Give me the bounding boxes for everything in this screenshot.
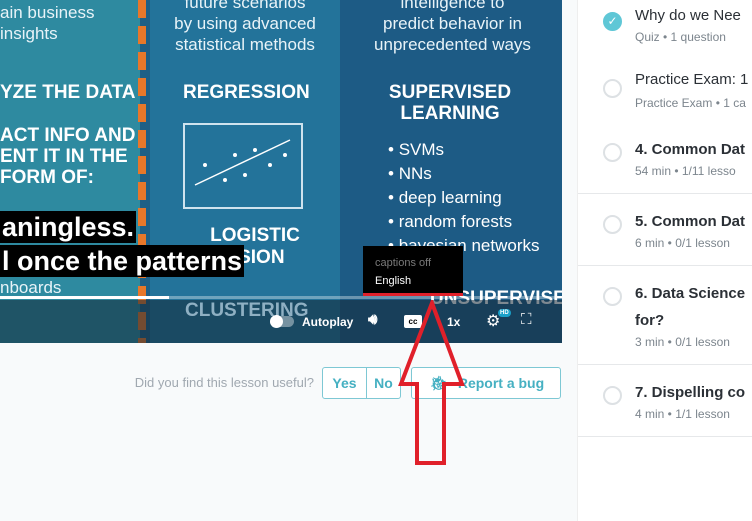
circle-icon: [603, 386, 622, 405]
slide-heading-supervised: SUPERVISED LEARNING: [388, 82, 512, 124]
item-title: Practice Exam: 1: [635, 71, 749, 88]
lesson-main: ain business insights YZE THE DATA ACT IN…: [0, 0, 577, 521]
item-title: 4. Common Dat: [635, 141, 746, 158]
circle-icon: [603, 79, 622, 98]
check-icon: ✓: [603, 12, 622, 31]
no-button[interactable]: No: [366, 367, 401, 399]
circle-icon: [603, 143, 622, 162]
autoplay-label: Autoplay: [302, 315, 354, 329]
item-title: Why do we Nee: [635, 7, 741, 24]
circle-icon: [603, 215, 622, 234]
item-meta: Practice Exam • 1 ca: [635, 96, 746, 110]
item-title-cont: for?: [635, 312, 665, 329]
red-arrow-annotation: [398, 300, 465, 465]
volume-icon[interactable]: 🔊︎: [368, 311, 377, 328]
item-meta: 3 min • 0/1 lesson: [635, 335, 730, 349]
item-title: 5. Common Dat: [635, 213, 746, 230]
list-item: random forests: [388, 210, 540, 234]
item-meta: Quiz • 1 question: [635, 30, 726, 44]
progress-bar[interactable]: [0, 296, 562, 299]
slide-text: intelligence to predict behavior in unprec…: [374, 0, 531, 54]
item-meta: 6 min • 0/1 lesson: [635, 236, 730, 250]
course-sidebar: ✓ Why do we Nee Quiz • 1 question Practi…: [577, 0, 752, 521]
sidebar-item[interactable]: 4. Common Dat 54 min • 1/11 lesso: [578, 122, 752, 194]
caption-option-english[interactable]: English: [363, 275, 463, 287]
caption-option-off[interactable]: captions off: [363, 257, 463, 269]
item-title: 7. Dispelling co: [635, 384, 746, 401]
item-meta: 54 min • 1/11 lesso: [635, 164, 736, 178]
slide-text: ACT INFO AND ENT IT IN THE FORM OF:: [0, 125, 136, 188]
item-title: 6. Data Science: [635, 285, 746, 302]
supervised-list: SVMs NNs deep learning random forests ba…: [388, 138, 540, 258]
video-player[interactable]: ain business insights YZE THE DATA ACT IN…: [0, 0, 562, 343]
list-item: deep learning: [388, 186, 540, 210]
caption-line: aningless.: [0, 211, 137, 243]
progress-fill: [0, 296, 169, 299]
lesson-feedback: Did you find this lesson useful? Yes No …: [0, 367, 562, 399]
regression-graph: [183, 123, 303, 209]
fullscreen-icon[interactable]: ⛶: [521, 311, 532, 328]
list-item: NNs: [388, 162, 540, 186]
slide-text: future scenarios by using advanced statist…: [174, 0, 316, 54]
circle-icon: [603, 287, 622, 306]
feedback-question: Did you find this lesson useful?: [134, 375, 314, 390]
sidebar-item[interactable]: 7. Dispelling co 4 min • 1/1 lesson: [578, 365, 752, 437]
sidebar-item[interactable]: Practice Exam: 1 Practice Exam • 1 ca: [578, 60, 752, 122]
caption-line: l once the patterns: [0, 245, 245, 277]
hd-badge: HD: [498, 309, 511, 317]
slide-text: ain business insights: [0, 3, 95, 43]
yes-button[interactable]: Yes: [322, 367, 367, 399]
sidebar-item[interactable]: 6. Data Science for? 3 min • 0/1 lesson: [578, 266, 752, 365]
item-meta: 4 min • 1/1 lesson: [635, 407, 730, 421]
slide-heading-regression: REGRESSION: [183, 82, 310, 103]
autoplay-toggle[interactable]: [270, 315, 294, 328]
list-item: SVMs: [388, 138, 540, 162]
slide-divider: [138, 0, 146, 343]
slide-text: nboards: [0, 278, 62, 297]
report-bug-label: Report a bug: [457, 375, 545, 391]
sidebar-item[interactable]: 5. Common Dat 6 min • 0/1 lesson: [578, 194, 752, 266]
sidebar-item[interactable]: ✓ Why do we Nee Quiz • 1 question: [578, 0, 752, 60]
captions-menu: captions off English: [363, 246, 463, 296]
slide-heading: YZE THE DATA: [0, 82, 136, 103]
